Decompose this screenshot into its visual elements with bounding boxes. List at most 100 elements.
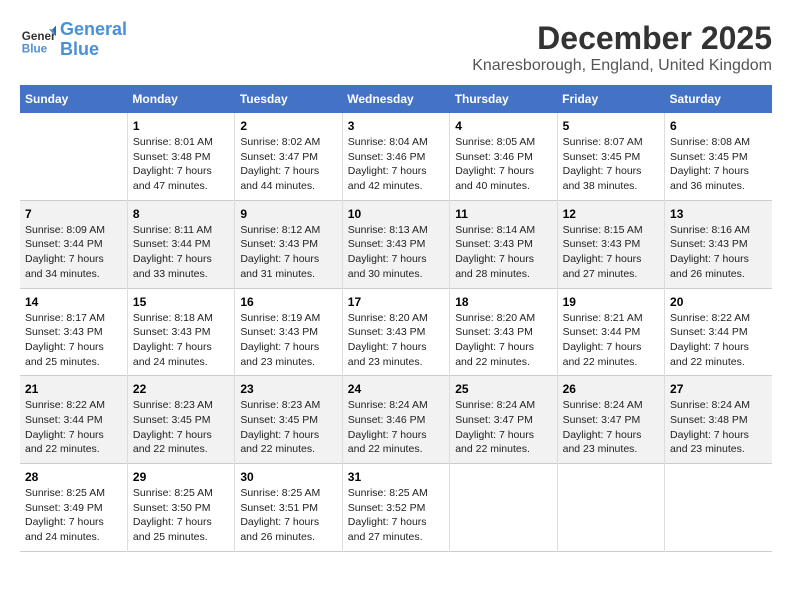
logo-icon: General Blue	[20, 22, 56, 58]
day-detail: Sunrise: 8:25 AMSunset: 3:51 PMDaylight:…	[240, 486, 336, 545]
header-cell-wednesday: Wednesday	[342, 85, 449, 113]
calendar-cell: 27Sunrise: 8:24 AMSunset: 3:48 PMDayligh…	[665, 376, 772, 464]
calendar-table: SundayMondayTuesdayWednesdayThursdayFrid…	[20, 85, 772, 552]
day-number: 6	[670, 119, 767, 133]
calendar-cell: 19 Sunrise: 8:21 AMSunset: 3:44 PMDayligh…	[557, 288, 664, 376]
day-detail: Sunrise: 8:18 AMSunset: 3:43 PMDaylight:…	[133, 311, 229, 370]
calendar-cell: 12 Sunrise: 8:15 AMSunset: 3:43 PMDayligh…	[557, 200, 664, 288]
day-detail: Sunrise: 8:25 AMSunset: 3:50 PMDaylight:…	[133, 486, 229, 545]
day-detail: Sunrise: 8:22 AMSunset: 3:44 PMDaylight:…	[25, 398, 122, 457]
logo-text: General Blue	[60, 20, 127, 60]
logo: General Blue General Blue	[20, 20, 127, 60]
day-number: 8	[133, 207, 229, 221]
day-detail: Sunrise: 8:02 AMSunset: 3:47 PMDaylight:…	[240, 135, 336, 194]
day-number: 12	[563, 207, 659, 221]
day-detail: Sunrise: 8:11 AMSunset: 3:44 PMDaylight:…	[133, 223, 229, 282]
day-number: 9	[240, 207, 336, 221]
day-detail: Sunrise: 8:14 AMSunset: 3:43 PMDaylight:…	[455, 223, 551, 282]
day-number: 28	[25, 470, 122, 484]
day-number: 22	[133, 382, 229, 396]
day-number: 11	[455, 207, 551, 221]
title-area: December 2025 Knaresborough, England, Un…	[472, 20, 772, 75]
day-number: 29	[133, 470, 229, 484]
day-number: 13	[670, 207, 767, 221]
week-row-4: 21Sunrise: 8:22 AMSunset: 3:44 PMDayligh…	[20, 376, 772, 464]
week-row-1: 1 Sunrise: 8:01 AMSunset: 3:48 PMDaylight…	[20, 113, 772, 200]
day-detail: Sunrise: 8:01 AMSunset: 3:48 PMDaylight:…	[133, 135, 229, 194]
header-cell-sunday: Sunday	[20, 85, 127, 113]
day-detail: Sunrise: 8:24 AMSunset: 3:47 PMDaylight:…	[455, 398, 551, 457]
day-detail: Sunrise: 8:15 AMSunset: 3:43 PMDaylight:…	[563, 223, 659, 282]
day-detail: Sunrise: 8:17 AMSunset: 3:43 PMDaylight:…	[25, 311, 122, 370]
calendar-cell: 17 Sunrise: 8:20 AMSunset: 3:43 PMDayligh…	[342, 288, 449, 376]
day-number: 15	[133, 295, 229, 309]
calendar-cell: 4 Sunrise: 8:05 AMSunset: 3:46 PMDaylight…	[450, 113, 557, 200]
svg-text:General: General	[22, 30, 56, 43]
day-number: 14	[25, 295, 122, 309]
month-title: December 2025	[472, 20, 772, 57]
header-cell-saturday: Saturday	[665, 85, 772, 113]
calendar-cell: 22 Sunrise: 8:23 AMSunset: 3:45 PMDayligh…	[127, 376, 234, 464]
day-number: 20	[670, 295, 767, 309]
day-detail: Sunrise: 8:12 AMSunset: 3:43 PMDaylight:…	[240, 223, 336, 282]
calendar-cell: 16 Sunrise: 8:19 AMSunset: 3:43 PMDayligh…	[235, 288, 342, 376]
day-detail: Sunrise: 8:04 AMSunset: 3:46 PMDaylight:…	[348, 135, 444, 194]
calendar-cell: 23Sunrise: 8:23 AMSunset: 3:45 PMDayligh…	[235, 376, 342, 464]
calendar-cell: 9 Sunrise: 8:12 AMSunset: 3:43 PMDaylight…	[235, 200, 342, 288]
calendar-cell: 26Sunrise: 8:24 AMSunset: 3:47 PMDayligh…	[557, 376, 664, 464]
day-number: 4	[455, 119, 551, 133]
day-detail: Sunrise: 8:24 AMSunset: 3:46 PMDaylight:…	[348, 398, 444, 457]
calendar-cell: 5Sunrise: 8:07 AMSunset: 3:45 PMDaylight…	[557, 113, 664, 200]
header: General Blue General Blue December 2025 …	[20, 20, 772, 75]
day-number: 31	[348, 470, 444, 484]
header-cell-friday: Friday	[557, 85, 664, 113]
calendar-cell: 2 Sunrise: 8:02 AMSunset: 3:47 PMDaylight…	[235, 113, 342, 200]
day-number: 18	[455, 295, 551, 309]
day-detail: Sunrise: 8:13 AMSunset: 3:43 PMDaylight:…	[348, 223, 444, 282]
calendar-cell: 20Sunrise: 8:22 AMSunset: 3:44 PMDayligh…	[665, 288, 772, 376]
day-number: 19	[563, 295, 659, 309]
day-detail: Sunrise: 8:20 AMSunset: 3:43 PMDaylight:…	[348, 311, 444, 370]
calendar-cell: 31 Sunrise: 8:25 AMSunset: 3:52 PMDayligh…	[342, 464, 449, 552]
day-detail: Sunrise: 8:20 AMSunset: 3:43 PMDaylight:…	[455, 311, 551, 370]
day-detail: Sunrise: 8:09 AMSunset: 3:44 PMDaylight:…	[25, 223, 122, 282]
calendar-cell: 21Sunrise: 8:22 AMSunset: 3:44 PMDayligh…	[20, 376, 127, 464]
day-number: 1	[133, 119, 229, 133]
calendar-cell: 3 Sunrise: 8:04 AMSunset: 3:46 PMDaylight…	[342, 113, 449, 200]
calendar-cell: 13 Sunrise: 8:16 AMSunset: 3:43 PMDayligh…	[665, 200, 772, 288]
day-number: 25	[455, 382, 551, 396]
location-title: Knaresborough, England, United Kingdom	[472, 57, 772, 75]
week-row-2: 7 Sunrise: 8:09 AMSunset: 3:44 PMDaylight…	[20, 200, 772, 288]
calendar-cell	[20, 113, 127, 200]
calendar-cell: 28Sunrise: 8:25 AMSunset: 3:49 PMDayligh…	[20, 464, 127, 552]
day-number: 30	[240, 470, 336, 484]
day-number: 17	[348, 295, 444, 309]
day-detail: Sunrise: 8:23 AMSunset: 3:45 PMDaylight:…	[133, 398, 229, 457]
day-detail: Sunrise: 8:08 AMSunset: 3:45 PMDaylight:…	[670, 135, 767, 194]
day-number: 10	[348, 207, 444, 221]
day-number: 2	[240, 119, 336, 133]
header-cell-tuesday: Tuesday	[235, 85, 342, 113]
day-number: 3	[348, 119, 444, 133]
week-row-3: 14 Sunrise: 8:17 AMSunset: 3:43 PMDayligh…	[20, 288, 772, 376]
calendar-cell: 6 Sunrise: 8:08 AMSunset: 3:45 PMDaylight…	[665, 113, 772, 200]
calendar-header: SundayMondayTuesdayWednesdayThursdayFrid…	[20, 85, 772, 113]
day-detail: Sunrise: 8:16 AMSunset: 3:43 PMDaylight:…	[670, 223, 767, 282]
day-number: 16	[240, 295, 336, 309]
day-detail: Sunrise: 8:05 AMSunset: 3:46 PMDaylight:…	[455, 135, 551, 194]
header-row: SundayMondayTuesdayWednesdayThursdayFrid…	[20, 85, 772, 113]
day-detail: Sunrise: 8:23 AMSunset: 3:45 PMDaylight:…	[240, 398, 336, 457]
calendar-cell: 11 Sunrise: 8:14 AMSunset: 3:43 PMDayligh…	[450, 200, 557, 288]
day-detail: Sunrise: 8:21 AMSunset: 3:44 PMDaylight:…	[563, 311, 659, 370]
day-number: 27	[670, 382, 767, 396]
day-number: 5	[563, 119, 659, 133]
day-detail: Sunrise: 8:25 AMSunset: 3:52 PMDaylight:…	[348, 486, 444, 545]
calendar-cell: 14 Sunrise: 8:17 AMSunset: 3:43 PMDayligh…	[20, 288, 127, 376]
calendar-cell: 10 Sunrise: 8:13 AMSunset: 3:43 PMDayligh…	[342, 200, 449, 288]
day-number: 24	[348, 382, 444, 396]
calendar-cell: 24 Sunrise: 8:24 AMSunset: 3:46 PMDayligh…	[342, 376, 449, 464]
day-number: 7	[25, 207, 122, 221]
calendar-body: 1 Sunrise: 8:01 AMSunset: 3:48 PMDaylight…	[20, 113, 772, 551]
calendar-cell: 1 Sunrise: 8:01 AMSunset: 3:48 PMDaylight…	[127, 113, 234, 200]
day-detail: Sunrise: 8:19 AMSunset: 3:43 PMDaylight:…	[240, 311, 336, 370]
